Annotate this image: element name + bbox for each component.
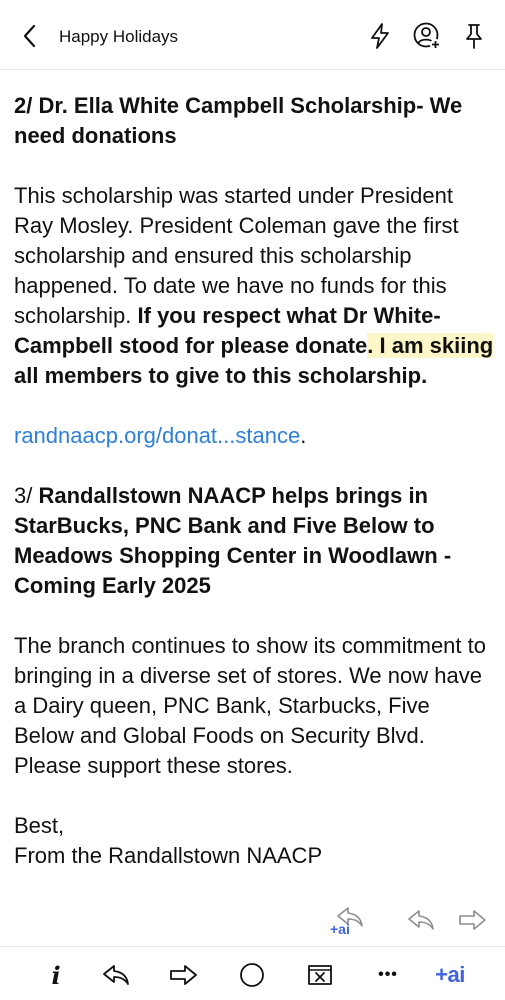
add-contact-icon	[413, 22, 441, 50]
pin-button[interactable]	[458, 20, 490, 52]
reply-icon	[103, 965, 129, 985]
donation-link[interactable]: randnaacp.org/donat...stance	[14, 423, 300, 448]
forward-icon	[459, 910, 486, 930]
section3-prefix: 3/	[14, 483, 39, 508]
section3-heading: Randallstown NAACP helps brings in StarB…	[14, 483, 452, 598]
reply-button[interactable]	[403, 902, 439, 938]
email-body: 2/ Dr. Ella White Campbell Scholarship- …	[14, 91, 494, 871]
reply-icon	[408, 910, 434, 930]
donation-link-suffix: .	[300, 423, 307, 448]
section2-body: This scholarship was started under Presi…	[14, 181, 494, 391]
flash-icon	[371, 23, 389, 49]
forward-icon	[170, 965, 197, 985]
forward-button[interactable]	[453, 902, 491, 938]
more-button[interactable]: •••	[368, 957, 408, 993]
email-subject-title: Happy Holidays	[59, 27, 179, 46]
donation-link-line: randnaacp.org/donat...stance.	[14, 421, 494, 451]
section2-heading: 2/ Dr. Ella White Campbell Scholarship- …	[14, 93, 463, 148]
more-icon: •••	[378, 966, 398, 983]
bottom-toolbar: i ••• +ai	[0, 946, 505, 1000]
ai-reply-icon: +ai	[330, 907, 363, 937]
archive-button[interactable]	[300, 957, 340, 993]
archive-x-icon	[308, 965, 332, 985]
section3-body: The branch continues to show its commitm…	[14, 633, 486, 778]
mark-unread-button[interactable]	[232, 957, 272, 993]
ai-reply-button[interactable]: +ai	[325, 902, 367, 938]
svg-text:+ai: +ai	[330, 921, 350, 937]
ai-button[interactable]: +ai	[430, 957, 470, 993]
info-icon: i	[51, 960, 61, 990]
pin-icon	[466, 24, 482, 49]
circle-icon	[240, 963, 264, 987]
toolbar-forward-button[interactable]	[163, 957, 203, 993]
section2-bold-text-end: all members to give to this scholarship.	[14, 363, 428, 388]
back-chevron-icon	[23, 24, 36, 48]
section3-heading-line: 3/ Randallstown NAACP helps brings in St…	[14, 481, 494, 601]
toolbar-reply-button[interactable]	[96, 957, 136, 993]
flash-button[interactable]	[364, 20, 396, 52]
ai-icon: +ai	[435, 962, 465, 987]
signoff: Best,	[14, 813, 65, 838]
back-button[interactable]	[14, 20, 46, 52]
top-bar: Happy Holidays	[0, 0, 505, 70]
info-button[interactable]: i	[36, 957, 76, 993]
highlighted-text: . I am skiing	[367, 333, 494, 358]
add-contact-button[interactable]	[411, 20, 443, 52]
signature: From the Randallstown NAACP	[14, 843, 323, 868]
